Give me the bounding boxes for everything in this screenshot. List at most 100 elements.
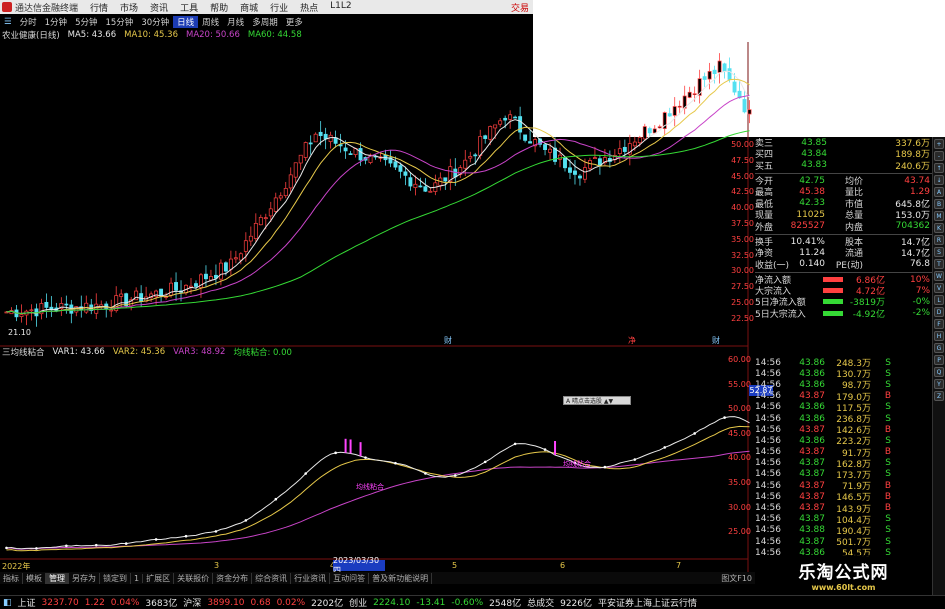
menu-item-2[interactable]: 资讯: [144, 1, 174, 14]
period-tab-0[interactable]: 分时: [16, 16, 41, 28]
trade-price: 43.87: [799, 536, 825, 547]
var1-dot: [214, 530, 218, 533]
toolbar-icon-3[interactable]: ↓: [934, 175, 944, 185]
candle-body: [288, 174, 293, 189]
toolbar-icon-20[interactable]: Y: [934, 379, 944, 389]
bottom-tab-9[interactable]: 综合资讯: [252, 572, 292, 584]
toolbar-icon-1[interactable]: -: [934, 151, 944, 161]
bottom-tab-11[interactable]: 互动问答: [330, 572, 370, 584]
candle-body: [423, 186, 428, 192]
period-tab-2[interactable]: 5分钟: [71, 16, 101, 28]
toolbar-icon-9[interactable]: S: [934, 247, 944, 257]
candle-body: [543, 144, 548, 151]
trade-side: B: [884, 447, 891, 458]
candle-body: [647, 128, 652, 134]
trade-menu-button[interactable]: 交易: [505, 1, 533, 14]
period-tab-9[interactable]: 更多: [282, 16, 307, 28]
period-menu-icon[interactable]: ☰: [0, 17, 16, 27]
toolbar-icon-6[interactable]: M: [934, 211, 944, 221]
candle-body: [238, 253, 243, 261]
bottom-tab-7[interactable]: 关联报价: [174, 572, 214, 584]
candle-body: [692, 93, 697, 96]
menu-item-7[interactable]: 热点: [294, 1, 324, 14]
toolbar-icon-17[interactable]: G: [934, 343, 944, 353]
bottom-tab-2[interactable]: 管理: [46, 572, 69, 584]
period-tab-4[interactable]: 30分钟: [137, 16, 173, 28]
menu-item-8[interactable]: L1L2: [324, 1, 357, 14]
toolbar-icon-12[interactable]: V: [934, 283, 944, 293]
trade-price: 43.87: [799, 514, 825, 525]
candle-body: [403, 171, 408, 176]
toolbar-icon-7[interactable]: K: [934, 223, 944, 233]
period-tab-7[interactable]: 月线: [223, 16, 248, 28]
quote-row: 外盘 825527 内盘 704362: [755, 220, 932, 233]
trade-list[interactable]: 14:56 43.86 248.3万 S 14:56 43.86 130.7万 S 14:56 4…: [755, 357, 932, 572]
f10-tab[interactable]: 图文F10: [718, 573, 755, 584]
ma-value-0: MA5: 43.66: [67, 30, 117, 40]
candle-body: [622, 146, 627, 152]
trade-side: B: [884, 503, 891, 514]
toolbar-icon-8[interactable]: R: [934, 235, 944, 245]
toolbar-icon-21[interactable]: Z: [934, 391, 944, 401]
trade-side: S: [885, 379, 891, 390]
candle-body: [174, 282, 178, 291]
candle-body: [298, 154, 303, 164]
var1-dot: [65, 544, 68, 548]
kline-chart-area[interactable]: [0, 42, 755, 572]
toolbar-icon-11[interactable]: W: [934, 271, 944, 281]
period-tab-1[interactable]: 1分钟: [41, 16, 71, 28]
date-readout-box: 2023/03/30四: [333, 556, 385, 575]
toolbar-icon-18[interactable]: P: [934, 355, 944, 365]
trade-time: 14:56: [755, 435, 781, 446]
bottom-tab-3[interactable]: 另存为: [69, 572, 100, 584]
stock-picker-popup[interactable]: A 晴点击选股 ▲▼: [563, 396, 631, 405]
period-tab-6[interactable]: 周线: [198, 16, 223, 28]
menu-item-3[interactable]: 工具: [174, 1, 204, 14]
bottom-tab-10[interactable]: 行业资讯: [291, 572, 331, 584]
ma-value-1: MA10: 45.36: [124, 30, 178, 40]
toolbar-icon-14[interactable]: D: [934, 307, 944, 317]
sub-indicator-name[interactable]: 三均线粘合: [0, 346, 45, 358]
toolbar-icon-16[interactable]: H: [934, 331, 944, 341]
sub-axis-label: 45.00: [728, 428, 751, 438]
bottom-tab-1[interactable]: 模板: [23, 572, 46, 584]
main-indicator-name[interactable]: 农业健康(日线): [0, 29, 60, 41]
app-logo-icon: [2, 2, 12, 12]
bottom-tab-5[interactable]: 1: [131, 573, 144, 583]
watermark-title: 乐淘公式网: [798, 563, 889, 583]
status-item-16: 9226亿: [560, 599, 592, 609]
candle-body: [208, 276, 213, 281]
candle-body: [323, 133, 328, 140]
period-tab-8[interactable]: 多周期: [248, 16, 282, 28]
bottom-tab-0[interactable]: 指标: [0, 572, 23, 584]
menu-item-4[interactable]: 帮助: [204, 1, 234, 14]
fund-flow-label: 5日大宗流入: [755, 309, 806, 320]
toolbar-icon-13[interactable]: L: [934, 295, 944, 305]
candle-body: [428, 190, 433, 193]
toolbar-icon-5[interactable]: B: [934, 199, 944, 209]
menu-item-6[interactable]: 行业: [264, 1, 294, 14]
menu-item-5[interactable]: 商城: [234, 1, 264, 14]
bottom-tab-12[interactable]: 普及新功能说明: [369, 572, 433, 584]
menu-item-1[interactable]: 市场: [114, 1, 144, 14]
toolbar-icon-2[interactable]: ↑: [934, 163, 944, 173]
toolbar-icon-4[interactable]: A: [934, 187, 944, 197]
bottom-tab-4[interactable]: 锁定到: [100, 572, 131, 584]
toolbar-icon-19[interactable]: Q: [934, 367, 944, 377]
bottom-tab-8[interactable]: 资金分布: [213, 572, 253, 584]
toolbar-icon-10[interactable]: T: [934, 259, 944, 269]
quote-key: 外盘: [755, 222, 774, 233]
bottom-tab-6[interactable]: 扩展区: [143, 572, 175, 584]
menu-item-0[interactable]: 行情: [84, 1, 114, 14]
var1-dot: [274, 497, 278, 501]
status-menu-icon[interactable]: ◧: [0, 598, 15, 608]
period-tab-5[interactable]: 日线: [173, 15, 199, 28]
candle-body: [478, 136, 483, 156]
order-book-row[interactable]: 买五 43.83 240.6万: [755, 160, 932, 172]
order-book-label: 买五: [755, 161, 774, 172]
period-tab-3[interactable]: 15分钟: [101, 16, 137, 28]
toolbar-icon-15[interactable]: F: [934, 319, 944, 329]
candle-body: [318, 131, 323, 137]
toolbar-icon-0[interactable]: +: [934, 139, 944, 149]
candle-body: [617, 148, 622, 154]
